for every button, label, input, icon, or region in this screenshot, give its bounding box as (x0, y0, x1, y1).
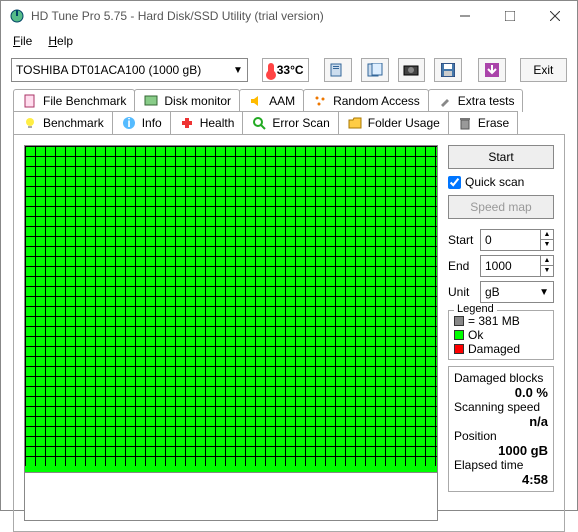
window-title: HD Tune Pro 5.75 - Hard Disk/SSD Utility… (31, 9, 442, 23)
unit-select[interactable]: gB ▼ (480, 281, 554, 303)
end-label: End (448, 259, 476, 273)
tab-aam[interactable]: AAM (239, 89, 304, 112)
file-benchmark-icon (22, 93, 38, 109)
spinner-icon[interactable]: ▲▼ (540, 256, 553, 276)
tab-random-access[interactable]: Random Access (303, 89, 429, 112)
random-icon (312, 93, 328, 109)
toolbar: TOSHIBA DT01ACA100 (1000 gB) ▼ 33°C Exit (1, 51, 577, 89)
chevron-down-icon: ▼ (539, 287, 549, 298)
trash-icon (457, 115, 473, 131)
magnifier-icon (251, 115, 267, 131)
menubar: File Help (1, 31, 577, 51)
monitor-icon (143, 93, 159, 109)
menu-help[interactable]: Help (48, 34, 73, 48)
drive-select[interactable]: TOSHIBA DT01ACA100 (1000 gB) ▼ (11, 58, 248, 82)
temperature-value: 33°C (277, 63, 304, 77)
minimize-button[interactable] (442, 1, 487, 31)
menu-file[interactable]: File (13, 34, 32, 48)
unit-label: Unit (448, 285, 476, 299)
scan-log (24, 473, 438, 521)
start-input[interactable]: ▲▼ (480, 229, 554, 251)
thermometer-icon (268, 63, 274, 77)
start-button[interactable]: Start (448, 145, 554, 169)
save-button[interactable] (434, 58, 462, 82)
bulb-icon (22, 115, 38, 131)
tab-info[interactable]: iInfo (112, 111, 171, 134)
tab-disk-monitor[interactable]: Disk monitor (134, 89, 240, 112)
copy-info-button[interactable] (324, 58, 352, 82)
tab-health[interactable]: Health (170, 111, 244, 134)
tabs: File Benchmark Disk monitor AAM Random A… (1, 89, 577, 135)
tab-benchmark[interactable]: Benchmark (13, 111, 113, 134)
scan-area (24, 145, 438, 521)
maximize-button[interactable] (487, 1, 532, 31)
start-label: Start (448, 233, 476, 247)
tools-icon (437, 93, 453, 109)
exit-button[interactable]: Exit (520, 58, 567, 82)
tab-file-benchmark[interactable]: File Benchmark (13, 89, 135, 112)
drive-select-value: TOSHIBA DT01ACA100 (1000 gB) (16, 63, 201, 77)
tab-folder-usage[interactable]: Folder Usage (338, 111, 449, 134)
close-button[interactable] (532, 1, 577, 31)
folder-icon (347, 115, 363, 131)
legend-box: Legend = 381 MB Ok Damaged (448, 310, 554, 360)
spinner-icon[interactable]: ▲▼ (540, 230, 553, 250)
tab-extra-tests[interactable]: Extra tests (428, 89, 524, 112)
temperature-display: 33°C (262, 58, 309, 82)
quick-scan-checkbox[interactable]: Quick scan (448, 175, 554, 189)
chevron-down-icon: ▼ (233, 65, 243, 76)
titlebar: HD Tune Pro 5.75 - Hard Disk/SSD Utility… (1, 1, 577, 31)
speaker-icon (248, 93, 264, 109)
app-icon (9, 8, 25, 24)
content-panel: Start Quick scan Speed map Start ▲▼ End … (13, 134, 565, 532)
screenshot-button[interactable] (398, 58, 426, 82)
speed-map-button: Speed map (448, 195, 554, 219)
refresh-button[interactable] (478, 58, 506, 82)
stats-box: Damaged blocks 0.0 % Scanning speed n/a … (448, 366, 554, 492)
scan-grid (24, 145, 438, 473)
tab-erase[interactable]: Erase (448, 111, 518, 134)
health-icon (179, 115, 195, 131)
side-panel: Start Quick scan Speed map Start ▲▼ End … (448, 145, 554, 521)
copy-screenshot-button[interactable] (361, 58, 389, 82)
tab-error-scan[interactable]: Error Scan (242, 111, 338, 134)
info-icon: i (121, 115, 137, 131)
svg-text:i: i (127, 116, 130, 130)
end-input[interactable]: ▲▼ (480, 255, 554, 277)
